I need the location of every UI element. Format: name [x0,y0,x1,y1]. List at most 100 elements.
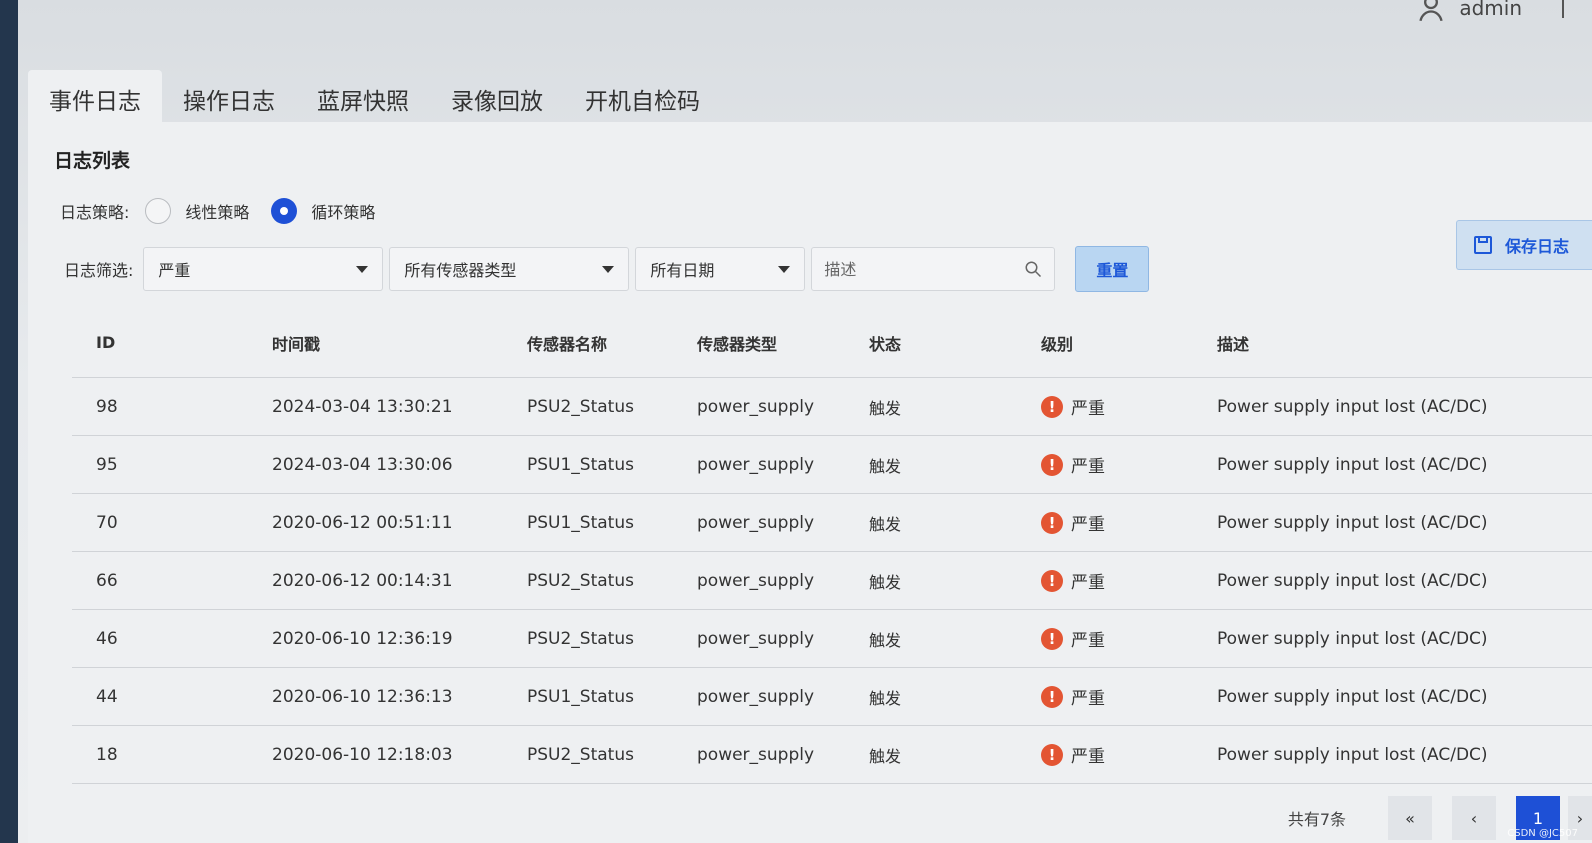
radio-linear-strategy[interactable]: 线性策略 [145,198,249,224]
level-text: 严重 [1071,515,1105,535]
cell-sensor-type: power_supply [697,628,815,649]
cell-sensor-name: PSU1_Status [527,686,634,707]
cell-level: ! 严重 [1041,510,1217,535]
cell-state: 触发 [869,456,902,476]
header-id[interactable]: ID [72,333,272,352]
total-count: 共有7条 [1287,810,1346,829]
header-level[interactable]: 级别 [1041,331,1217,355]
radio-cyclic-strategy[interactable]: 循环策略 [271,198,375,224]
save-log-label: 保存日志 [1505,237,1570,256]
log-strategy: 日志策略: 线性策略 循环策略 [60,198,375,224]
table-row[interactable]: 95 2024-03-04 13:30:06 PSU1_Status power_su… [72,436,1592,494]
level-text: 严重 [1071,573,1105,593]
table-row[interactable]: 66 2020-06-12 00:14:31 PSU2_Status power_su… [72,552,1592,610]
level-select[interactable]: 严重 [143,247,384,291]
tab-operation-log[interactable]: 操作日志 [162,70,296,126]
cell-sensor-type: power_supply [697,744,815,765]
radio-label: 循环策略 [311,203,376,222]
cell-description: Power supply input lost (AC/DC) [1217,570,1488,591]
table-row[interactable]: 18 2020-06-10 12:18:03 PSU2_Status power_su… [72,726,1592,784]
cell-id: 70 [96,512,118,533]
search-icon[interactable] [1024,256,1042,282]
header-sensor-type[interactable]: 传感器类型 [697,331,869,355]
reset-button[interactable]: 重置 [1075,246,1150,292]
exclamation-circle-icon: ! [1041,627,1063,650]
description-search [811,247,1056,291]
log-filters: 日志筛选: 严重 所有传感器类型 所有日期 重置 [64,246,1150,292]
cell-id: 46 [96,628,118,649]
cell-description: Power supply input lost (AC/DC) [1217,396,1488,417]
section-title: 日志列表 [54,150,131,172]
table-row[interactable]: 46 2020-06-10 12:36:19 PSU2_Status power_su… [72,610,1592,668]
filter-label: 日志筛选: [64,261,134,280]
table-row[interactable]: 70 2020-06-12 00:51:11 PSU1_Status power_su… [72,494,1592,552]
watermark: CSDN @JC507 [1507,828,1578,839]
strategy-label: 日志策略: [60,203,130,222]
cell-state: 触发 [869,630,902,650]
cell-sensor-type: power_supply [697,570,815,591]
radio-circle-checked[interactable] [271,198,298,224]
cell-description: Power supply input lost (AC/DC) [1217,454,1488,475]
level-text: 严重 [1071,747,1105,767]
table-body: 98 2024-03-04 13:30:21 PSU2_Status power_su… [72,378,1592,784]
exclamation-circle-icon: ! [1041,743,1063,766]
header-state[interactable]: 状态 [869,331,1041,355]
log-table: ID 时间戳 传感器名称 传感器类型 状态 级别 描述 98 2024-03-04… [72,308,1592,784]
tab-bar: 事件日志 操作日志 蓝屏快照 录像回放 开机自检码 [28,70,721,126]
cell-timestamp: 2020-06-12 00:14:31 [272,570,453,591]
tab-bluescreen-snapshot[interactable]: 蓝屏快照 [296,70,430,126]
cell-id: 95 [96,454,118,475]
cell-sensor-type: power_supply [697,512,815,533]
caret-down-icon [602,265,615,273]
cell-sensor-name: PSU2_Status [527,570,634,591]
date-select[interactable]: 所有日期 [635,247,806,291]
level-select-value: 严重 [158,261,191,280]
cell-id: 66 [96,570,118,591]
cell-sensor-name: PSU2_Status [527,744,634,765]
prev-page-button[interactable]: ‹ [1452,796,1496,840]
sensor-type-select[interactable]: 所有传感器类型 [389,247,630,291]
tab-event-log[interactable]: 事件日志 [28,70,162,126]
user-icon [1419,0,1443,22]
radio-label: 线性策略 [185,203,250,222]
exclamation-circle-icon: ! [1041,453,1063,476]
date-select-value: 所有日期 [650,261,715,280]
level-text: 严重 [1071,457,1105,477]
radio-circle-unchecked[interactable] [145,198,172,224]
cell-state: 触发 [869,746,902,766]
cell-sensor-type: power_supply [697,396,815,417]
top-bar: admin [18,0,1592,24]
level-text: 严重 [1071,689,1105,709]
exclamation-circle-icon: ! [1041,569,1063,592]
cell-level: ! 严重 [1041,568,1217,593]
save-log-button[interactable]: 保存日志 [1456,220,1592,270]
exclamation-circle-icon: ! [1041,511,1063,534]
cell-sensor-type: power_supply [697,454,815,475]
table-row[interactable]: 98 2024-03-04 13:30:21 PSU2_Status power_su… [72,378,1592,436]
table-row[interactable]: 44 2020-06-10 12:36:13 PSU1_Status power_su… [72,668,1592,726]
cell-timestamp: 2024-03-04 13:30:21 [272,396,453,417]
cell-level: ! 严重 [1041,452,1217,477]
cell-timestamp: 2020-06-10 12:36:19 [272,628,453,649]
cell-state: 触发 [869,398,902,418]
top-divider [1562,0,1564,18]
sensor-type-select-value: 所有传感器类型 [404,261,517,280]
header-timestamp[interactable]: 时间戳 [272,331,527,355]
caret-down-icon [356,265,369,273]
header-sensor-name[interactable]: 传感器名称 [527,331,697,355]
header-description[interactable]: 描述 [1217,331,1592,355]
description-input[interactable] [824,259,1025,279]
cell-timestamp: 2020-06-12 00:51:11 [272,512,453,533]
first-page-button[interactable]: « [1388,796,1432,840]
tab-post-code[interactable]: 开机自检码 [564,70,721,126]
user-menu[interactable]: admin [1417,0,1522,22]
level-text: 严重 [1071,631,1105,651]
cell-id: 98 [96,396,118,417]
event-log-panel: 日志列表 日志策略: 线性策略 循环策略 日志筛选: 严重 所有传感器类型 所有… [28,122,1592,843]
table-header: ID 时间戳 传感器名称 传感器类型 状态 级别 描述 [72,308,1592,378]
cell-description: Power supply input lost (AC/DC) [1217,512,1488,533]
cell-sensor-name: PSU1_Status [527,512,634,533]
cell-state: 触发 [869,572,902,592]
cell-level: ! 严重 [1041,626,1217,651]
tab-video-playback[interactable]: 录像回放 [430,70,564,126]
